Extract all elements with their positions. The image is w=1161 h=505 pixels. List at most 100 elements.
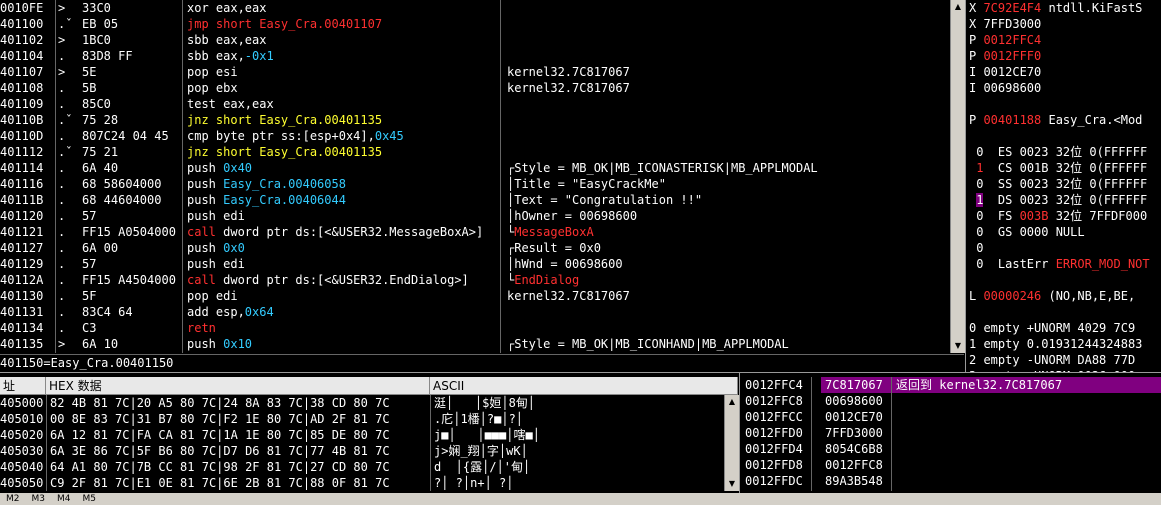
register-row[interactable]: I 00698600 [969,80,1161,96]
register-part: I 0012CE70 [969,65,1042,79]
disasm-row[interactable]: 401108. 5B pop ebx kernel32.7C817067 [0,80,950,96]
disasm-hex: 83D8 FF [82,49,133,63]
registers-pane[interactable]: X 7C92E4F4 ntdll.KiFastS X 7FFD3000 P 0012… [966,0,1161,372]
dump-row[interactable]: 405000 82 4B 81 7C|20 A5 80 7C|24 8A 83 7… [0,395,738,411]
register-part: 32位 7FFDF000 [1048,209,1148,223]
disasm-row[interactable]: 0010FE >33C0 xor eax,eax [0,0,950,16]
stack-row[interactable]: 0012FFD4 8054C6B8 [741,441,1161,457]
register-row[interactable]: 2 empty -UNORM DA88 77D [969,352,1161,368]
stack-row[interactable]: 0012FFC8 00698600 [741,393,1161,409]
register-row[interactable]: X 7FFD3000 [969,16,1161,32]
register-row[interactable]: 0 [969,240,1161,256]
scroll-up-icon[interactable]: ▲ [725,395,739,409]
disasm-row[interactable]: 40110B .ˇ 75 28 jnz short Easy_Cra.00401135 [0,112,950,128]
dump-row[interactable]: 405020 6A 12 81 7C|FA CA 81 7C|1A 1E 80 7… [0,427,738,443]
disasm-jump-marker: > [58,1,66,15]
stack-row[interactable]: 0012FFD0 7FFD3000 [741,425,1161,441]
disasm-row[interactable]: 401112 .ˇ 75 21 jnz short Easy_Cra.00401135 [0,144,950,160]
disasm-row[interactable]: 401102 >1BC0 sbb eax,eax [0,32,950,48]
tab-m2[interactable]: M2 [0,493,26,505]
disasm-row[interactable]: 401121. FF15 A0504000 call dword ptr ds:[<… [0,224,950,240]
disasm-row[interactable]: 401104. 83D8 FF sbb eax,-0x1 [0,48,950,64]
disasm-hex: 68 44604000 [82,193,162,207]
disasm-instruction: call dword ptr ds:[<&USER32.MessageBoxA>… [187,224,483,240]
dump-row[interactable]: 405040 64 A1 80 7C|7B CC 81 7C|98 2F 81 7… [0,459,738,475]
disasm-jump-marker: . [58,193,66,207]
dump-header-ascii[interactable]: ASCII [430,377,738,395]
dump-ascii: j■│ │■■■│嗐■│ [434,428,540,442]
stack-row[interactable]: 0012FFC4 7C817067 返回到 kernel32.7C817067 [741,377,1161,393]
register-row[interactable]: P 0012FFF0 [969,48,1161,64]
disasm-instruction-part: 0x64 [244,305,274,319]
disasm-row[interactable]: 401114. 6A 40 push 0x40 ┌Style = MB_OK|MB_I… [0,160,950,176]
dump-address: 405050 [0,476,44,490]
dump-row[interactable]: 405010 00 8E 83 7C|31 B7 80 7C|F2 1E 80 7… [0,411,738,427]
dump-row[interactable]: 405030 6A 3E 86 7C|5F B6 80 7C|D7 D6 81 7… [0,443,738,459]
register-row[interactable] [969,304,1161,320]
disasm-row[interactable]: 401135 >6A 10 push 0x10 ┌Style = MB_OK|MB_I… [0,336,950,352]
register-row[interactable]: 1 DS 0023 32位 0(FFFFFF [969,192,1161,208]
disasm-instruction: retn [187,320,216,336]
dump-row[interactable]: 405050 C9 2F 81 7C|E1 0E 81 7C|6E 2B 81 7… [0,475,738,491]
disasm-row[interactable]: 401116. 68 58604000 push Easy_Cra.00406058… [0,176,950,192]
disasm-row[interactable]: 401109. 85C0 test eax,eax [0,96,950,112]
tab-m4[interactable]: M4 [51,493,77,505]
stack-row[interactable]: 0012FFCC 0012CE70 [741,409,1161,425]
register-row[interactable]: 0 SS 0023 32位 0(FFFFFF [969,176,1161,192]
disasm-row[interactable]: 401129. 57 push edi │hWnd = 00698600 [0,256,950,272]
register-row[interactable]: 1 CS 001B 32位 0(FFFFFF [969,160,1161,176]
disasm-row[interactable]: 401131. 83C4 64 add esp,0x64 [0,304,950,320]
scroll-down-icon[interactable]: ▼ [725,477,739,491]
dump-ascii: j>娴_翔│字│wK│ [434,444,528,458]
tab-m5[interactable]: M5 [77,493,103,505]
register-part: 0 FS [969,209,1020,223]
register-row[interactable]: X 7C92E4F4 ntdll.KiFastS [969,0,1161,16]
register-row[interactable]: P 0012FFC4 [969,32,1161,48]
disasm-row[interactable]: 40112A. FF15 A4504000 call dword ptr ds:[<… [0,272,950,288]
scroll-up-icon[interactable]: ▲ [951,0,965,14]
register-part: (NO,NB,E,BE, [1041,289,1136,303]
disasm-instruction-part: Easy_Cra.00406044 [223,193,346,207]
stack-row[interactable]: 0012FFD8 0012FFC8 [741,457,1161,473]
disasm-comment-part: kernel32.7C817067 [507,81,630,95]
disasm-instruction: pop edi [187,288,238,304]
register-row[interactable]: 0 GS 0000 NULL [969,224,1161,240]
disasm-row[interactable]: 40110D. 807C24 04 45 cmp byte ptr ss:[esp+… [0,128,950,144]
register-row[interactable] [969,272,1161,288]
register-row[interactable]: 3 empty +UNORM 0026 000 [969,368,1161,372]
disasm-row[interactable]: 40111B. 68 44604000 push Easy_Cra.00406044… [0,192,950,208]
disasm-address: 40110B [0,113,44,127]
disasm-address: 401120 [0,209,44,223]
disasm-row[interactable]: 401107 >5E pop esi kernel32.7C817067 [0,64,950,80]
disasm-comment-part: MessageBoxA [514,225,594,239]
disasm-comment: └EndDialog [507,272,579,288]
register-row[interactable]: 1 empty 0.01931244324883 [969,336,1161,352]
disasm-row[interactable]: 401100 .ˇ EB 05 jmp short Easy_Cra.00401107 [0,16,950,32]
register-row[interactable] [969,128,1161,144]
dump-header-address[interactable]: 址 [0,377,46,395]
dump-header-hex[interactable]: HEX 数据 [46,377,430,395]
dump-scrollbar[interactable]: ▲ ▼ [724,395,739,491]
register-row[interactable]: L 00000246 (NO,NB,E,BE, [969,288,1161,304]
disassembly-pane[interactable]: 0010FE >33C0 xor eax,eax 401100 .ˇ EB 05 jmp s… [0,0,950,353]
disassembly-scrollbar[interactable]: ▲ ▼ [950,0,965,353]
register-row[interactable]: 0 LastErr ERROR_MOD_NOT [969,256,1161,272]
disasm-row[interactable]: 401130. 5F pop edi kernel32.7C817067 [0,288,950,304]
disasm-address: 401129 [0,257,44,271]
register-row[interactable]: I 0012CE70 [969,64,1161,80]
disasm-row[interactable]: 401120. 57 push edi │hOwner = 00698600 [0,208,950,224]
disasm-row[interactable]: 401127. 6A 00 push 0x0 ┌Result = 0x0 [0,240,950,256]
disasm-instruction-part: jnz short Easy_Cra.00401135 [187,113,383,127]
register-row[interactable]: P 00401188 Easy_Cra.<Mod [969,112,1161,128]
register-row[interactable]: 0 empty +UNORM 4029 7C9 [969,320,1161,336]
scroll-down-icon[interactable]: ▼ [951,339,965,353]
register-row[interactable]: 0 FS 003B 32位 7FFDF000 [969,208,1161,224]
tab-m3[interactable]: M3 [26,493,52,505]
register-row[interactable]: 0 ES 0023 32位 0(FFFFFF [969,144,1161,160]
dump-pane[interactable]: 址 HEX 数据 ASCII 405000 82 4B 81 7C|20 A5 8… [0,377,738,491]
disasm-row[interactable]: 401134. C3 retn [0,320,950,336]
stack-pane[interactable]: 0012FFC4 7C817067 返回到 kernel32.7C817067 001… [741,377,1161,491]
disasm-instruction: push edi [187,208,245,224]
register-row[interactable] [969,96,1161,112]
stack-row[interactable]: 0012FFDC 89A3B548 [741,473,1161,489]
